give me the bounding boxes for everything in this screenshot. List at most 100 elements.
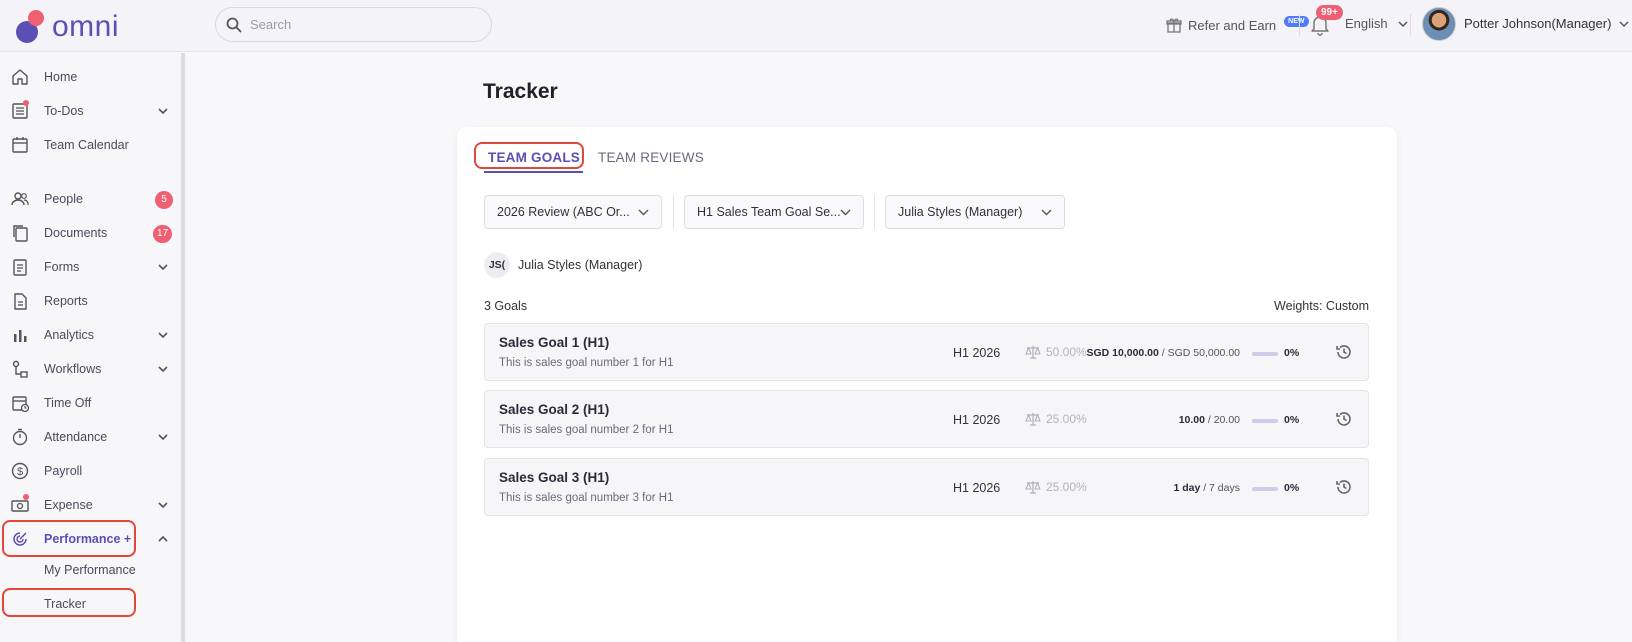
people-icon xyxy=(11,192,29,206)
goal-target: / 20.00 xyxy=(1204,414,1240,426)
goal-weight: 50.00% xyxy=(1025,344,1087,360)
notifications-badge: 99+ xyxy=(1316,5,1343,20)
goal-current: 10.00 xyxy=(1178,414,1205,426)
divider xyxy=(874,195,875,229)
search-box[interactable] xyxy=(215,7,492,42)
select-value: 2026 Review (ABC Or... xyxy=(497,205,630,219)
sidebar-subitem-my-performance[interactable]: My Performance xyxy=(44,563,136,577)
person-initials-avatar: JS( xyxy=(484,252,510,278)
sidebar-item-workflows[interactable]: Workflows xyxy=(0,353,180,385)
chevron-down-icon xyxy=(158,434,168,441)
sidebar-item-home[interactable]: Home xyxy=(0,61,180,93)
logo-text: omni xyxy=(52,10,120,43)
refer-and-earn-link[interactable]: Refer and Earn NEW xyxy=(1166,14,1309,36)
search-input[interactable] xyxy=(250,17,470,32)
goal-percent: 0% xyxy=(1284,414,1300,426)
sidebar-item-label: People xyxy=(44,192,83,206)
chevron-down-icon xyxy=(158,332,168,339)
highlight-box xyxy=(474,142,584,169)
analytics-icon xyxy=(14,330,27,342)
language-selector[interactable]: English xyxy=(1345,16,1408,31)
divider xyxy=(1299,14,1300,36)
sidebar-item-label: To-Dos xyxy=(44,104,84,118)
top-bar: omni Refer and Earn NEW 99+ English Pott… xyxy=(0,0,1632,52)
review-cycle-select[interactable]: 2026 Review (ABC Or... xyxy=(484,195,662,229)
forms-icon xyxy=(13,259,27,276)
sidebar-item-attendance[interactable]: Attendance xyxy=(0,421,180,453)
notification-dot xyxy=(23,494,29,500)
notification-dot xyxy=(23,100,29,106)
scale-icon xyxy=(1025,481,1041,494)
history-icon[interactable] xyxy=(1335,410,1353,428)
person-name: Julia Styles (Manager) xyxy=(518,258,643,272)
goal-description: This is sales goal number 3 for H1 xyxy=(499,492,674,504)
goal-weight: 25.00% xyxy=(1025,479,1087,495)
user-avatar[interactable] xyxy=(1422,7,1456,41)
goal-set-select[interactable]: H1 Sales Team Goal Se... xyxy=(684,195,864,229)
gift-icon xyxy=(1166,18,1182,33)
history-icon[interactable] xyxy=(1335,478,1353,496)
goal-target: / SGD 50,000.00 xyxy=(1158,347,1240,359)
workflows-icon xyxy=(12,360,28,378)
sidebar-item-label: Analytics xyxy=(44,328,95,342)
employee-select[interactable]: Julia Styles (Manager) xyxy=(885,195,1065,229)
chevron-down-icon xyxy=(158,502,168,509)
goal-progress-text: 10.00 / 20.00 xyxy=(1179,414,1240,426)
dollar-icon: $ xyxy=(11,462,29,480)
user-menu[interactable]: Potter Johnson(Manager) xyxy=(1464,16,1629,31)
chevron-up-icon xyxy=(158,535,168,542)
sidebar-scrollbar[interactable] xyxy=(181,53,185,642)
sidebar-item-analytics[interactable]: Analytics xyxy=(0,319,180,351)
goal-progress-text: SGD 10,000.00 / SGD 50,000.00 xyxy=(1086,347,1240,359)
goal-progress-bar xyxy=(1252,419,1278,423)
goal-weight-value: 50.00% xyxy=(1046,345,1087,359)
select-value: Julia Styles (Manager) xyxy=(898,205,1023,219)
goal-period: H1 2026 xyxy=(953,481,1001,495)
sidebar-item-team-calendar[interactable]: Team Calendar xyxy=(0,129,180,161)
goal-row[interactable]: Sales Goal 1 (H1) This is sales goal num… xyxy=(484,323,1369,381)
sidebar-item-expense[interactable]: Expense xyxy=(0,489,180,521)
goal-description: This is sales goal number 1 for H1 xyxy=(499,357,674,369)
sidebar-item-label: Payroll xyxy=(44,464,83,478)
sidebar: Home To-Dos Team Calendar People 5 Docum… xyxy=(0,53,180,642)
time-off-icon xyxy=(12,396,29,412)
svg-text:$: $ xyxy=(17,466,23,478)
divider xyxy=(673,195,674,229)
active-tab-underline xyxy=(484,171,583,173)
logo-mark-dot-accent xyxy=(28,10,44,26)
goal-weight: 25.00% xyxy=(1025,411,1087,427)
sidebar-item-people[interactable]: People 5 xyxy=(0,183,180,215)
highlight-box xyxy=(2,520,136,557)
refer-label: Refer and Earn xyxy=(1188,17,1277,33)
tab-team-reviews[interactable]: TEAM REVIEWS xyxy=(598,144,704,174)
page-title: Tracker xyxy=(483,80,558,103)
omni-logo[interactable]: omni xyxy=(16,8,126,44)
goal-current: SGD 10,000.00 xyxy=(1086,347,1159,359)
chevron-down-icon xyxy=(158,366,168,373)
goal-target: / 7 days xyxy=(1200,482,1240,494)
report-icon xyxy=(14,293,27,310)
sidebar-item-label: Attendance xyxy=(44,430,108,444)
weights-label: Weights: Custom xyxy=(1274,299,1369,313)
sidebar-item-time-off[interactable]: Time Off xyxy=(0,387,180,419)
sidebar-item-label: Team Calendar xyxy=(44,138,129,152)
sidebar-item-forms[interactable]: Forms xyxy=(0,251,180,283)
goal-progress-bar xyxy=(1252,352,1278,356)
sidebar-item-reports[interactable]: Reports xyxy=(0,285,180,317)
chevron-down-icon xyxy=(638,209,649,216)
new-badge: NEW xyxy=(1284,15,1309,27)
goal-current: 1 day xyxy=(1173,482,1201,494)
divider xyxy=(1410,14,1411,36)
count-badge: 5 xyxy=(155,191,173,209)
documents-icon xyxy=(13,225,28,242)
calendar-icon xyxy=(12,137,28,153)
search-icon xyxy=(226,17,242,33)
goal-row[interactable]: Sales Goal 3 (H1) This is sales goal num… xyxy=(484,458,1369,516)
sidebar-item-todos[interactable]: To-Dos xyxy=(0,95,180,127)
sidebar-item-documents[interactable]: Documents 17 xyxy=(0,217,180,249)
chevron-down-icon xyxy=(158,108,168,115)
history-icon[interactable] xyxy=(1335,343,1353,361)
goal-weight-value: 25.00% xyxy=(1046,480,1087,494)
goal-row[interactable]: Sales Goal 2 (H1) This is sales goal num… xyxy=(484,390,1369,448)
sidebar-item-payroll[interactable]: $ Payroll xyxy=(0,455,180,487)
